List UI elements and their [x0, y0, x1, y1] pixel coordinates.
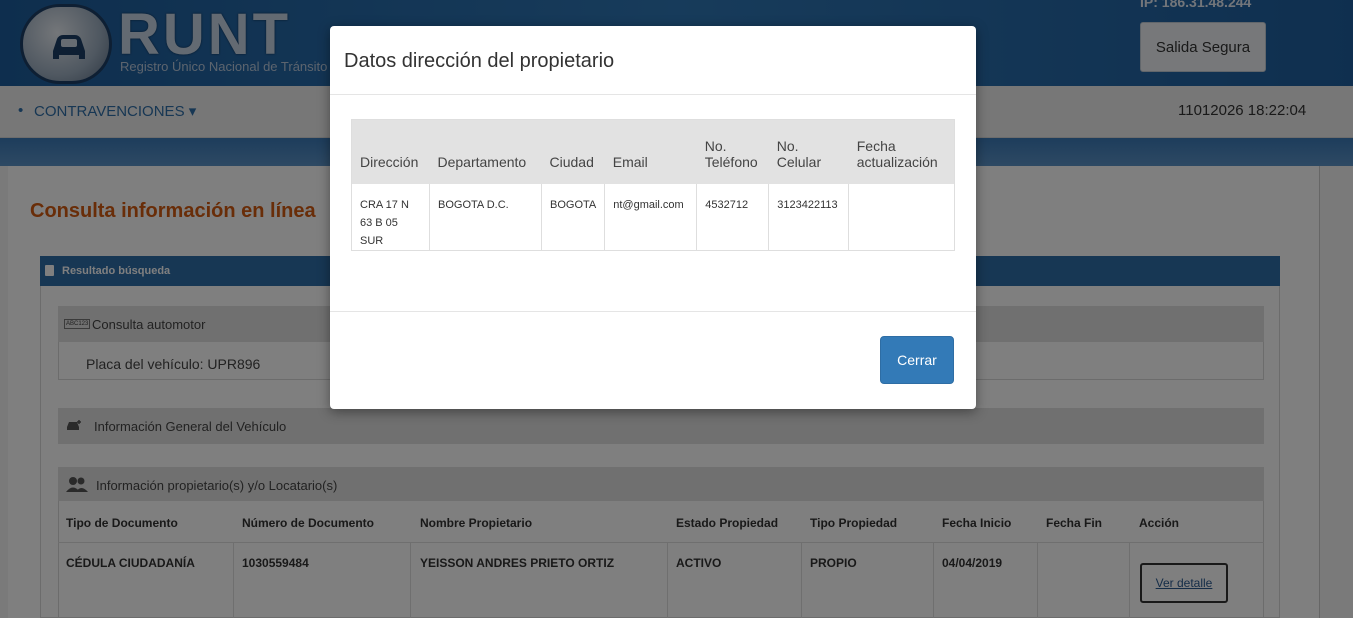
- close-button[interactable]: Cerrar: [880, 336, 954, 384]
- modal-footer-divider: [330, 311, 976, 312]
- cell-city: BOGOTA: [541, 183, 606, 250]
- address-table-header-row: Dirección Departamento Ciudad Email No. …: [351, 119, 955, 184]
- col-department: Departamento: [429, 119, 542, 184]
- col-updated: Fecha actualización: [848, 119, 955, 184]
- col-address: Dirección: [351, 119, 430, 184]
- col-mobile: No. Celular: [768, 119, 849, 184]
- modal-title: Datos dirección del propietario: [344, 50, 615, 72]
- address-table-row: CRA 17 N 63 B 05 SUR BOGOTA D.C. BOGOTA …: [351, 183, 955, 251]
- cell-updated: [849, 184, 955, 251]
- col-city: Ciudad: [541, 119, 605, 184]
- cell-phone: 4532712: [696, 183, 770, 250]
- cell-address: CRA 17 N 63 B 05 SUR: [351, 183, 430, 250]
- modal-header-divider: [330, 94, 976, 95]
- col-email: Email: [604, 119, 697, 184]
- address-table: Dirección Departamento Ciudad Email No. …: [351, 119, 955, 251]
- owner-address-modal: Datos dirección del propietario Direcció…: [330, 26, 976, 409]
- cell-email: nt@gmail.com: [604, 183, 698, 250]
- cell-mobile: 3123422113: [768, 183, 850, 250]
- col-phone: No. Teléfono: [696, 119, 769, 184]
- cell-department: BOGOTA D.C.: [429, 183, 542, 250]
